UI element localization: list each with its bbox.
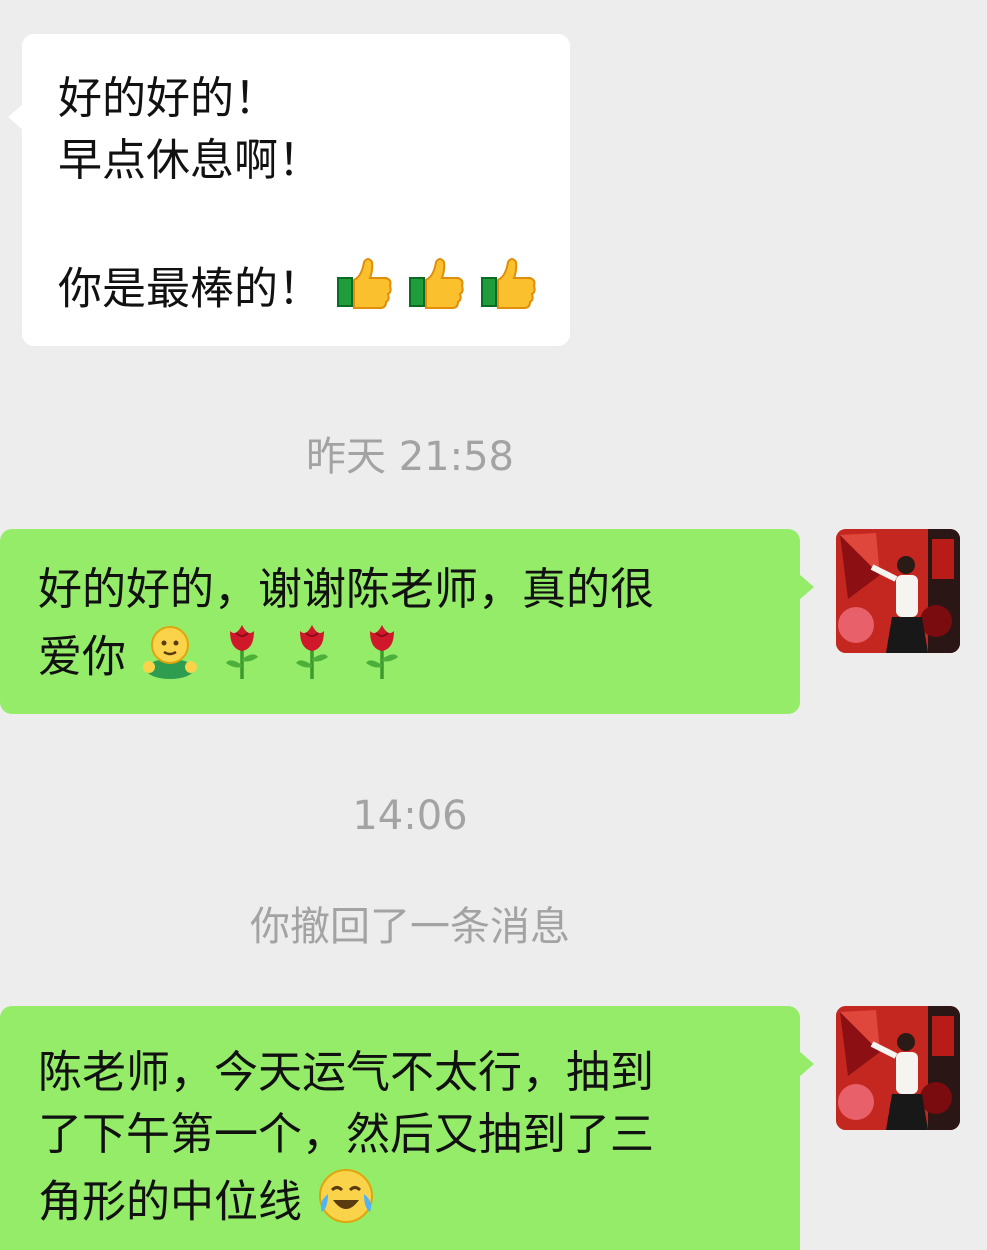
timestamp: 14:06	[352, 793, 468, 839]
message-line: 陈老师，今天运气不太行，抽到	[38, 1047, 654, 1098]
outgoing-message-bubble[interactable]: 陈老师，今天运气不太行，抽到 了下午第一个，然后又抽到了三 角形的中位线	[0, 1006, 814, 1250]
message-line: 了下午第一个，然后又抽到了三	[38, 1109, 654, 1160]
rose-icon	[284, 621, 340, 698]
hugging-face-icon	[140, 621, 200, 698]
face-with-tears-of-joy-icon	[316, 1166, 376, 1243]
incoming-message-bubble[interactable]: 好的好的！ 早点休息啊！ 你是最棒的！	[8, 34, 570, 346]
avatar[interactable]	[836, 529, 960, 653]
rose-icon	[354, 621, 410, 698]
avatar[interactable]	[836, 1006, 960, 1130]
timestamp: 昨天 21:58	[306, 434, 514, 480]
outgoing-message-bubble[interactable]: 好的好的，谢谢陈老师，真的很 爱你	[0, 529, 814, 714]
thumbs-up-icon	[336, 254, 394, 329]
message-line-with-emoji: 角形的中位线	[38, 1166, 780, 1243]
message-line-with-emoji: 爱你	[38, 621, 780, 698]
message-line: 早点休息啊！	[58, 135, 322, 186]
thumbs-up-icon	[408, 254, 466, 329]
rose-icon	[214, 621, 270, 698]
message-line: 角形的中位线	[38, 1176, 302, 1228]
thumbs-up-icon	[480, 254, 538, 329]
recall-notice: 你撤回了一条消息	[250, 904, 570, 950]
message-line-with-emoji: 你是最棒的！	[58, 254, 536, 329]
message-line: 好的好的，谢谢陈老师，真的很	[38, 564, 654, 615]
message-line: 爱你	[38, 631, 126, 683]
message-line: 好的好的！	[58, 73, 278, 124]
message-line: 你是最棒的！	[58, 263, 322, 315]
